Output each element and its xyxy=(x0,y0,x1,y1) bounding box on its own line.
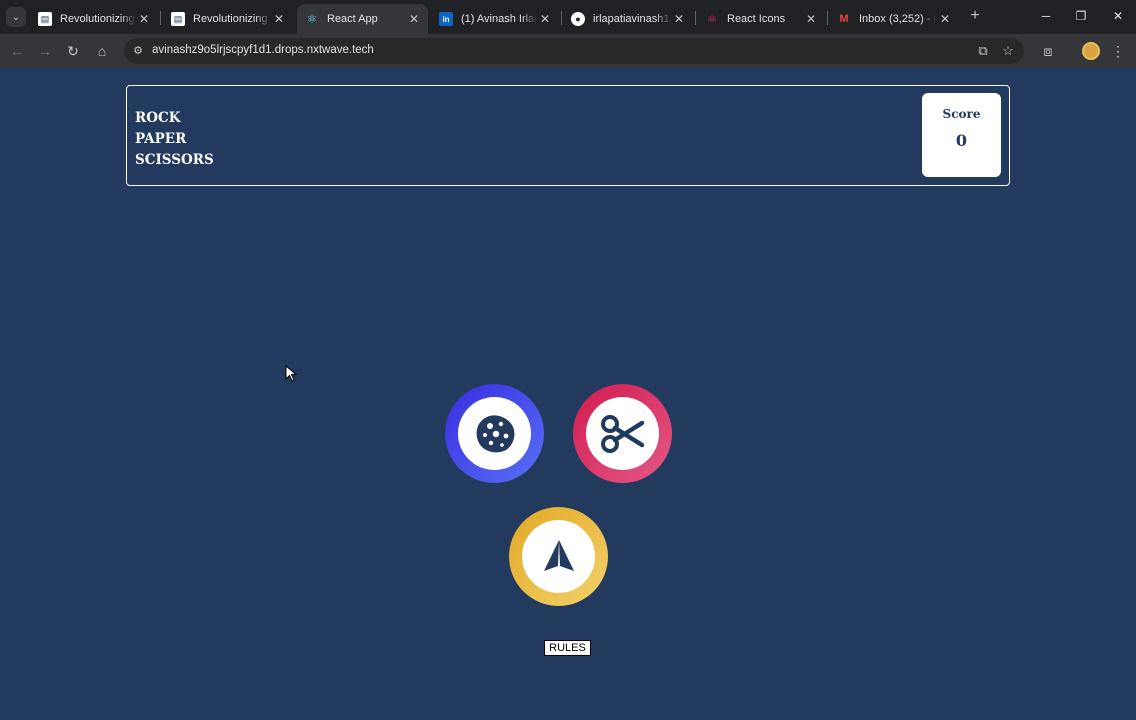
tab-title: Revolutionizing the xyxy=(60,13,136,25)
paper-button-face xyxy=(522,520,595,593)
browser-tab-strip: ⌄ ▤ Revolutionizing the ✕ ▤ Revolutioniz… xyxy=(0,0,1136,34)
tab-separator xyxy=(695,11,696,25)
nxt-doc-icon: ▤ xyxy=(171,12,185,26)
forward-icon[interactable]: → xyxy=(34,40,56,62)
github-icon: ● xyxy=(571,12,585,26)
close-icon[interactable]: ✕ xyxy=(136,12,152,26)
browser-tab-7[interactable]: M Inbox (3,252) - irla ✕ xyxy=(829,4,959,34)
gmail-icon: M xyxy=(839,13,849,25)
profile-avatar[interactable] xyxy=(1082,42,1100,60)
game-title: ROCK PAPER SCISSORS xyxy=(135,108,214,171)
restore-icon[interactable]: ❐ xyxy=(1071,6,1091,26)
install-app-icon[interactable]: ⧉ xyxy=(974,42,992,60)
tab-separator xyxy=(561,11,562,25)
nxt-doc-icon: ▤ xyxy=(38,12,52,26)
tab-title: Revolutionizing the xyxy=(193,13,271,25)
tab-separator xyxy=(160,11,161,25)
paper-icon xyxy=(543,539,574,571)
extensions-icon[interactable]: ⧈ xyxy=(1037,40,1059,62)
react-icon: ⚛ xyxy=(306,12,318,26)
close-icon[interactable]: ✕ xyxy=(937,12,953,26)
mouse-cursor-icon xyxy=(285,365,297,382)
close-icon[interactable]: ✕ xyxy=(271,12,287,26)
rock-button-face xyxy=(458,397,531,470)
tab-title: React Icons xyxy=(727,13,786,25)
close-icon[interactable]: ✕ xyxy=(537,12,553,26)
browser-tab-2[interactable]: ▤ Revolutionizing the ✕ xyxy=(163,4,293,34)
address-bar[interactable]: ⚙ avinashz9o5lrjscpyf1d1.drops.nxtwave.t… xyxy=(124,38,1024,64)
title-line-scissors: SCISSORS xyxy=(135,152,214,168)
bookmark-star-icon[interactable]: ☆ xyxy=(999,42,1017,60)
game-header: ROCK PAPER SCISSORS Score 0 xyxy=(126,85,1010,186)
tab-separator xyxy=(827,11,828,25)
browser-tab-6[interactable]: ⚛ React Icons ✕ xyxy=(697,4,825,34)
score-card: Score 0 xyxy=(922,93,1001,177)
score-value: 0 xyxy=(955,131,968,150)
home-icon[interactable]: ⌂ xyxy=(91,40,113,62)
browser-menu-icon[interactable]: ⋮ xyxy=(1107,40,1129,62)
close-icon[interactable]: ✕ xyxy=(406,12,422,26)
site-settings-icon[interactable]: ⚙ xyxy=(130,43,146,59)
scissors-button-face xyxy=(586,397,659,470)
new-tab-button[interactable]: + xyxy=(966,7,984,25)
tab-title: Inbox (3,252) - irla xyxy=(859,13,937,25)
title-line-rock: ROCK xyxy=(135,110,181,126)
browser-tab-5[interactable]: ● irlapatiavinash12/ ✕ xyxy=(563,4,693,34)
scissors-button[interactable] xyxy=(573,384,672,483)
tab-title: (1) Avinash Irlapati xyxy=(461,13,537,25)
close-icon[interactable]: ✕ xyxy=(671,12,687,26)
browser-tab-1[interactable]: ▤ Revolutionizing the ✕ xyxy=(30,4,158,34)
react-icons-icon: ⚛ xyxy=(706,12,718,26)
reload-icon[interactable]: ↻ xyxy=(62,40,84,62)
rock-icon xyxy=(476,414,514,452)
paper-button[interactable] xyxy=(509,507,608,606)
score-label: Score xyxy=(942,107,981,121)
linkedin-icon: in xyxy=(439,12,453,26)
tab-title: React App xyxy=(327,13,378,25)
url-text[interactable]: avinashz9o5lrjscpyf1d1.drops.nxtwave.tec… xyxy=(152,44,374,56)
back-icon[interactable]: ← xyxy=(6,40,28,62)
browser-toolbar: ← → ↻ ⌂ ⚙ avinashz9o5lrjscpyf1d1.drops.n… xyxy=(0,34,1136,68)
close-window-icon[interactable]: ✕ xyxy=(1108,6,1128,26)
tab-title: irlapatiavinash12/ xyxy=(593,13,671,25)
close-icon[interactable]: ✕ xyxy=(803,12,819,26)
tab-search-button[interactable]: ⌄ xyxy=(6,7,26,27)
title-line-paper: PAPER xyxy=(135,131,187,147)
minimize-icon[interactable]: ─ xyxy=(1036,6,1056,26)
rules-button[interactable]: RULES xyxy=(544,640,591,656)
browser-tab-3-active[interactable]: ⚛ React App ✕ xyxy=(297,4,428,34)
browser-tab-4[interactable]: in (1) Avinash Irlapati ✕ xyxy=(431,4,559,34)
scissors-icon xyxy=(600,414,644,453)
rock-button[interactable] xyxy=(445,384,544,483)
